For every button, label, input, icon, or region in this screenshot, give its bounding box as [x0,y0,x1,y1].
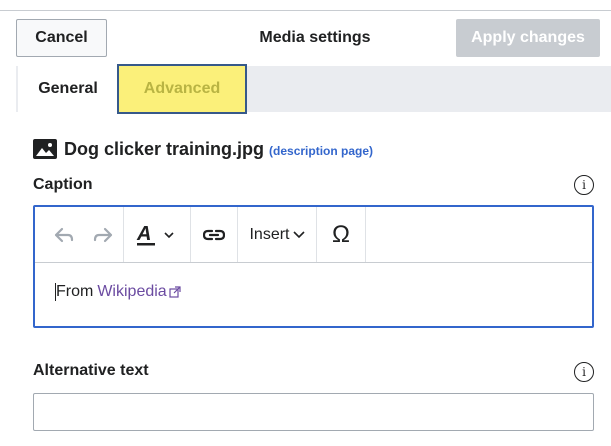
svg-text:A: A [136,223,151,245]
alternative-text-input[interactable] [33,393,594,431]
history-group [35,207,124,262]
alt-text-info-icon[interactable]: i [574,362,594,382]
file-info: Dog clicker training.jpg (description pa… [33,136,373,162]
wikipedia-link[interactable]: Wikipedia [97,283,166,301]
caption-editor[interactable]: A Insert Ω From Wikipedia [33,205,594,328]
caption-text: From [56,283,94,300]
link-icon[interactable] [191,207,237,262]
image-icon [33,139,57,159]
link-group [191,207,238,262]
redo-icon[interactable] [83,207,123,262]
text-style-icon[interactable]: A [124,207,190,262]
undo-icon[interactable] [45,207,83,262]
chevron-down-icon [292,230,305,238]
insert-menu-button[interactable]: Insert [238,207,316,262]
insert-group: Insert [238,207,317,262]
caption-content[interactable]: From Wikipedia [55,283,181,301]
special-character-button[interactable]: Ω [317,207,365,262]
apply-changes-button[interactable]: Apply changes [456,19,600,57]
file-name: Dog clicker training.jpg [64,138,265,159]
alternative-text-label: Alternative text [33,362,149,379]
tab-general[interactable]: General [18,66,118,112]
special-char-group: Ω [317,207,366,262]
tab-bar: General Advanced [16,64,611,114]
style-group: A [124,207,191,262]
tab-advanced[interactable]: Advanced [117,64,247,114]
top-divider [0,10,611,11]
cancel-button[interactable]: Cancel [16,19,107,57]
external-link-icon [169,286,181,298]
caption-info-icon[interactable]: i [574,175,594,195]
editor-toolbar: A Insert Ω [35,207,592,263]
caption-label: Caption [33,176,93,193]
insert-label: Insert [249,225,290,243]
description-page-link[interactable]: (description page) [269,144,373,158]
dialog-title: Media settings [259,29,371,46]
